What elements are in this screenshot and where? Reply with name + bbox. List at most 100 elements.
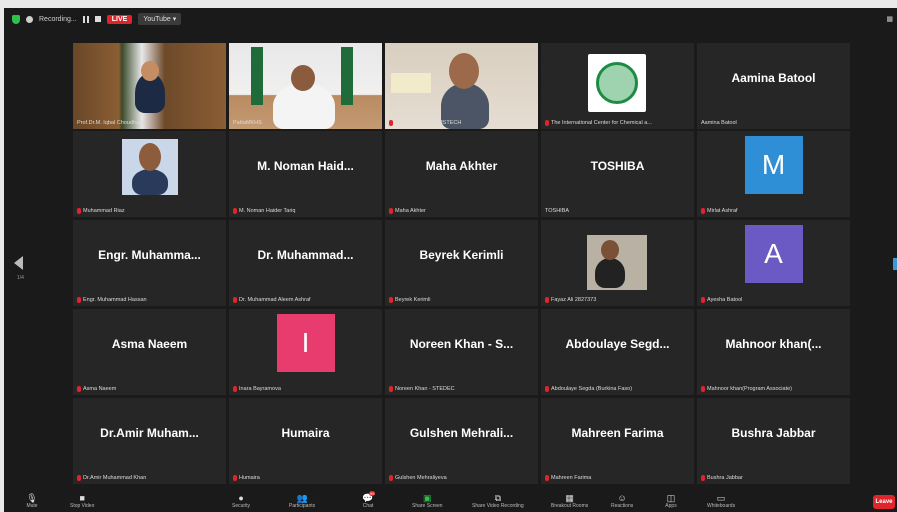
participant-name: Fayaz Ali 2827373 <box>551 297 597 303</box>
meeting-toolbar: 🎙 Mute ■ Stop Video ● Security 👥 Partici… <box>4 490 897 512</box>
breakout-rooms-icon: ▦ <box>565 493 574 503</box>
participant-name-label: Beyrek Kerimli <box>389 297 534 303</box>
participant-tile[interactable]: Engr. Muhamma... Engr. Muhammad Hassan <box>73 220 226 306</box>
participant-display-name: Maha Akhter <box>425 159 498 173</box>
participant-display-name: Noreen Khan - S... <box>409 337 514 351</box>
participant-name: Dr.Amir Muhammad Khan <box>83 475 147 481</box>
participant-name-label: TOSHIBA <box>545 208 690 214</box>
participant-tile[interactable]: Maha Akhter Maha Akhter <box>385 131 538 217</box>
shield-icon[interactable] <box>12 14 20 24</box>
participant-tile[interactable]: A Ayesha Batool <box>697 220 850 306</box>
participant-tile[interactable]: Muhammad Riaz <box>73 131 226 217</box>
muted-microphone-icon <box>77 386 81 392</box>
organization-logo <box>588 54 646 112</box>
participant-name: The International Center for Chemical a.… <box>551 120 652 126</box>
participant-display-name: Humaira <box>281 426 330 440</box>
participant-name: Gulshen Mehraliyeva <box>395 475 447 481</box>
participant-name-label: Fayaz Ali 2827373 <box>545 297 690 303</box>
next-page-arrow[interactable] <box>893 258 897 270</box>
participant-tile[interactable]: Fayaz Ali 2827373 <box>541 220 694 306</box>
participant-name: Humaira <box>239 475 260 481</box>
muted-microphone-icon <box>389 386 393 392</box>
participant-tile[interactable]: Prof.Dr.M. Iqbal Choudhary <box>73 43 226 129</box>
participant-tile[interactable]: I Inara Bayramova <box>229 309 382 395</box>
participant-tile[interactable]: Mahnoor khan(... Mahnoor khan(Program Ass… <box>697 309 850 395</box>
stop-icon[interactable] <box>94 16 101 22</box>
participant-tile[interactable]: M Mirlat Ashraf <box>697 131 850 217</box>
apps-icon: ◫ <box>666 493 676 503</box>
participant-display-name: Beyrek Kerimli <box>419 248 504 262</box>
security-button[interactable]: ● Security <box>232 493 250 509</box>
whiteboards-button[interactable]: ▭ Whiteboards <box>707 493 735 509</box>
participant-name: Mahnoor khan(Program Associate) <box>707 386 792 392</box>
participant-tile[interactable]: Bushra Jabbar Bushra Jabbar <box>697 398 850 484</box>
participant-name-label: Dr.Amir Muhammad Khan <box>77 475 222 481</box>
avatar: M <box>744 136 803 194</box>
participant-display-name: Dr.Amir Muham... <box>100 426 199 440</box>
muted-microphone-icon <box>389 120 393 126</box>
participant-name-label: Muhammad Riaz <box>77 208 222 214</box>
participants-icon: 👥 <box>296 493 308 503</box>
participant-tile[interactable]: Aamina Batool Aamina Batool <box>697 43 850 129</box>
participant-name-label: Mahnoor khan(Program Associate) <box>701 386 846 392</box>
participant-tile[interactable]: Abdoulaye Segd... Abdoulaye Segda (Burkin… <box>541 309 694 395</box>
participant-tile[interactable]: The International Center for Chemical a.… <box>541 43 694 129</box>
participant-name-label: Asma Naeem <box>77 386 222 392</box>
participant-name: Muhammad Riaz <box>83 208 125 214</box>
recording-status: Recording... <box>39 15 77 23</box>
muted-microphone-icon <box>233 208 237 214</box>
participant-tile[interactable]: Humaira Humaira <box>229 398 382 484</box>
zoom-meeting-window: Recording... LIVE YouTube ▾ ▦ 1/4 Prof.D… <box>4 8 897 512</box>
participant-tile[interactable]: Noreen Khan - S... Noreen Khan - STEDEC <box>385 309 538 395</box>
participant-display-name: TOSHIBA <box>590 159 645 173</box>
youtube-dropdown[interactable]: YouTube ▾ <box>138 13 182 25</box>
participant-name-label: Humaira <box>233 475 378 481</box>
stop-video-button[interactable]: ■ Stop Video <box>70 493 94 509</box>
avatar: A <box>744 225 803 283</box>
shield-icon: ● <box>238 493 244 503</box>
participant-tile[interactable]: Dr.Amir Muham... Dr.Amir Muhammad Khan <box>73 398 226 484</box>
mute-button[interactable]: 🎙 Mute <box>26 493 38 509</box>
reactions-icon: ☺ <box>617 493 627 503</box>
participant-tile[interactable]: Elahan Sabri- COMSTECH <box>385 43 538 129</box>
muted-microphone-icon <box>389 475 393 481</box>
pause-icon[interactable] <box>82 15 89 23</box>
share-video-button[interactable]: ⧉ Share Video Recording <box>472 493 524 509</box>
cloud-recording-icon <box>26 15 33 23</box>
muted-microphone-icon <box>77 475 81 481</box>
muted-microphone-icon <box>701 208 705 214</box>
participant-tile[interactable]: Beyrek Kerimli Beyrek Kerimli <box>385 220 538 306</box>
participant-tile[interactable]: Mahreen Farima Mahreen Farima <box>541 398 694 484</box>
participant-name: Engr. Muhammad Hassan <box>83 297 147 303</box>
participant-tile[interactable]: Asma Naeem Asma Naeem <box>73 309 226 395</box>
muted-microphone-icon <box>701 297 705 303</box>
reactions-button[interactable]: ☺ Reactions <box>611 493 633 509</box>
participant-name-label: Prof.Dr.M. Iqbal Choudhary <box>77 120 222 126</box>
participant-name-label: Aamina Batool <box>701 120 846 126</box>
live-badge: LIVE <box>106 14 133 24</box>
participant-name-label: Mirlat Ashraf <box>701 208 846 214</box>
participant-name-label: Abdoulaye Segda (Burkina Faso) <box>545 386 690 392</box>
participant-name-label: Dr. Muhammad Aleem Ashraf <box>233 297 378 303</box>
breakout-rooms-button[interactable]: ▦ Breakout Rooms <box>551 493 588 509</box>
leave-button[interactable]: Leave <box>873 495 895 509</box>
participant-tile[interactable]: Dr. Muhammad... Dr. Muhammad Aleem Ashraf <box>229 220 382 306</box>
participants-button[interactable]: 👥 Participants <box>289 493 315 509</box>
participant-display-name: Dr. Muhammad... <box>257 248 354 262</box>
participant-tile[interactable]: Gulshen Mehrali... Gulshen Mehraliyeva <box>385 398 538 484</box>
participant-tile[interactable]: TOSHIBA TOSHIBA <box>541 131 694 217</box>
participant-name-label: Inara Bayramova <box>233 386 378 392</box>
participant-name-label: Bushra Jabbar <box>701 475 846 481</box>
share-screen-button[interactable]: ▣ Share Screen <box>412 493 443 509</box>
participant-name-label: Noreen Khan - STEDEC <box>389 386 534 392</box>
muted-microphone-icon <box>77 208 81 214</box>
apps-button[interactable]: ◫ Apps <box>665 493 677 509</box>
record-icon: ⧉ <box>494 493 502 503</box>
participant-name: Beyrek Kerimli <box>395 297 431 303</box>
view-icon[interactable]: ▦ <box>886 15 893 23</box>
participant-tile[interactable]: M. Noman Haid... M. Noman Haider Tariq <box>229 131 382 217</box>
chat-button[interactable]: 💬 99 Chat <box>362 491 376 509</box>
participant-name: Abdoulaye Segda (Burkina Faso) <box>551 386 633 392</box>
previous-page-arrow[interactable] <box>14 256 23 270</box>
participant-tile[interactable]: PattaMKHS <box>229 43 382 129</box>
